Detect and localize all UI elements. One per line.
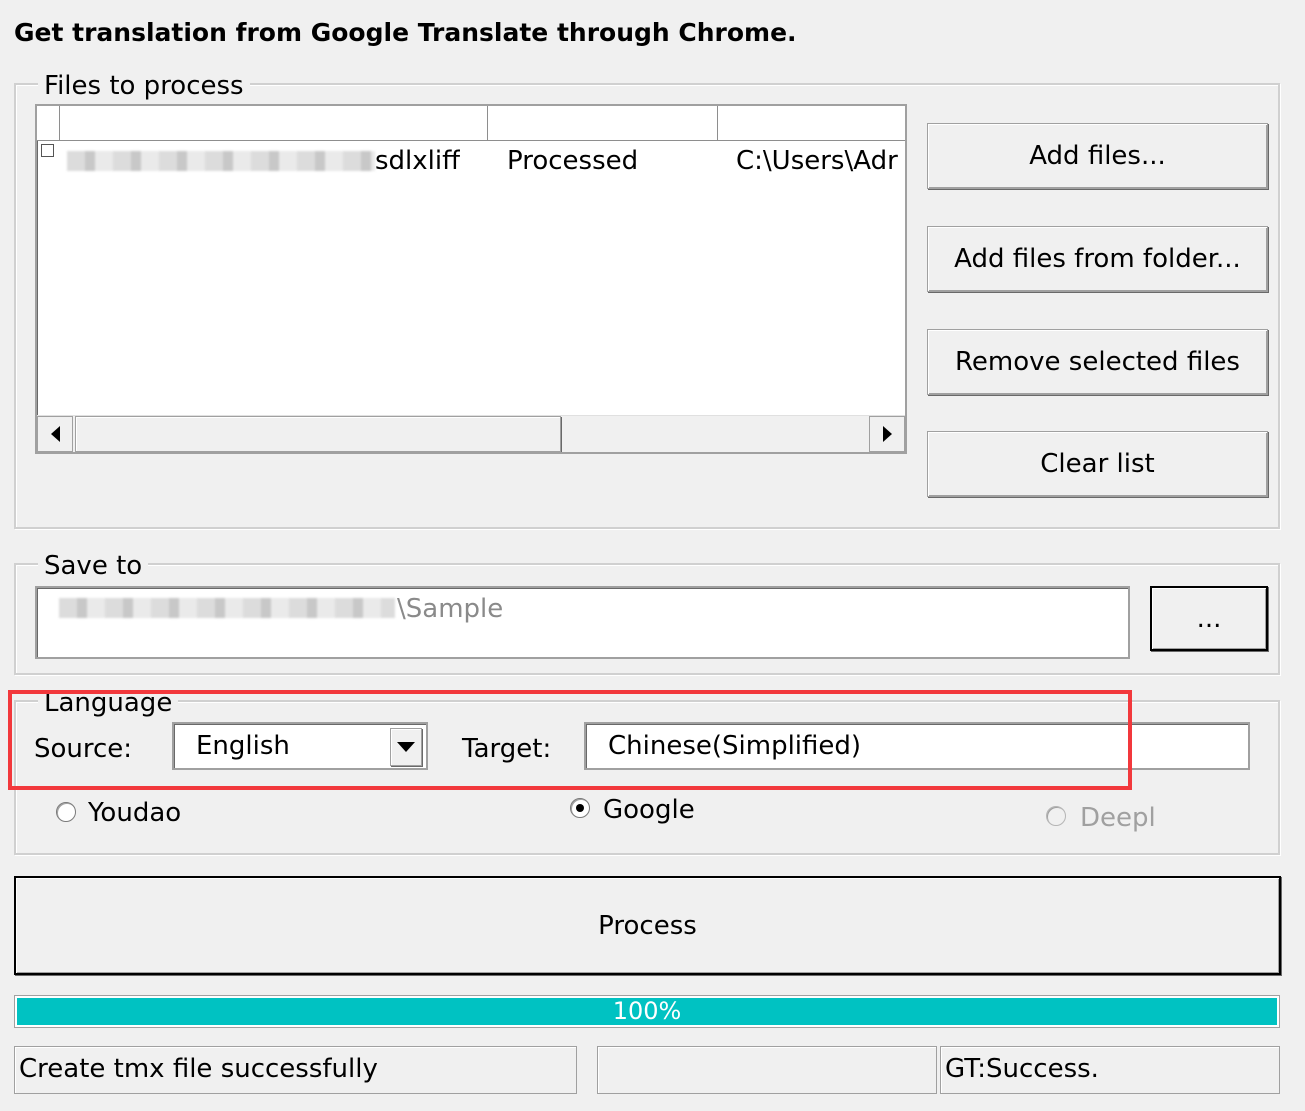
youdao-radio-label[interactable]: Youdao	[88, 798, 181, 828]
save-group-legend: Save to	[38, 551, 149, 581]
column-header-name[interactable]	[59, 106, 488, 140]
table-row[interactable]: sdlxliff Processed C:\Users\Adr	[37, 140, 905, 182]
browse-button[interactable]: ...	[1150, 586, 1268, 651]
scroll-thumb[interactable]	[75, 416, 561, 452]
files-group-legend: Files to process	[38, 71, 250, 101]
process-button[interactable]: Process	[14, 876, 1281, 975]
scroll-right-button[interactable]	[869, 416, 905, 452]
progress-bar: 100%	[14, 995, 1280, 1028]
scroll-left-button[interactable]	[37, 416, 73, 452]
progress-text: 100%	[612, 997, 682, 1025]
redacted-path	[59, 598, 395, 618]
triangle-right-icon	[882, 426, 892, 442]
column-header-status[interactable]	[487, 106, 718, 140]
horizontal-scrollbar[interactable]	[37, 415, 905, 452]
save-path-field[interactable]: \Sample	[35, 586, 1130, 659]
file-list[interactable]: sdlxliff Processed C:\Users\Adr	[35, 104, 907, 454]
redacted-filename	[67, 151, 375, 171]
file-list-header	[37, 106, 905, 141]
deepl-radio-label[interactable]: Deepl	[1080, 803, 1156, 833]
add-files-button[interactable]: Add files...	[927, 123, 1268, 189]
language-highlight-box	[8, 690, 1132, 790]
status-message-middle	[597, 1046, 937, 1094]
radio-selected-dot	[576, 804, 584, 812]
deepl-radio[interactable]	[1046, 806, 1066, 826]
cell-file-name: sdlxliff	[375, 146, 461, 176]
add-files-from-folder-button[interactable]: Add files from folder...	[927, 226, 1268, 292]
clear-list-button[interactable]: Clear list	[927, 431, 1268, 497]
row-checkbox[interactable]	[41, 144, 54, 157]
youdao-radio[interactable]	[56, 802, 76, 822]
column-header-checkbox[interactable]	[37, 106, 60, 140]
save-path-value: \Sample	[397, 594, 504, 624]
status-message-left: Create tmx file successfully	[14, 1046, 577, 1094]
status-message-right: GT:Success.	[940, 1046, 1280, 1094]
triangle-left-icon	[50, 426, 60, 442]
google-radio-label[interactable]: Google	[603, 795, 695, 825]
cell-path: C:\Users\Adr	[736, 146, 898, 176]
remove-selected-files-button[interactable]: Remove selected files	[927, 329, 1268, 395]
google-radio[interactable]	[570, 798, 590, 818]
window-title: Get translation from Google Translate th…	[14, 18, 797, 47]
cell-status: Processed	[507, 146, 639, 176]
